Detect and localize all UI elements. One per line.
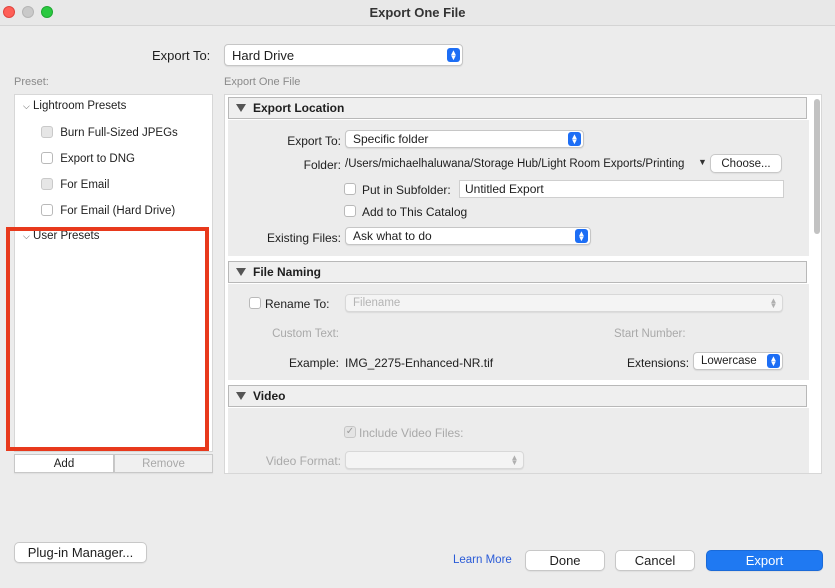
existing-files-value: Ask what to do [353, 229, 432, 243]
preset-label: Preset: [14, 76, 49, 88]
example-filename: IMG_2275-Enhanced-NR.tif [345, 356, 494, 370]
learn-more-link[interactable]: Learn More [453, 554, 512, 566]
choose-folder-button[interactable]: Choose... [710, 154, 782, 173]
remove-preset-button[interactable]: Remove [114, 454, 213, 473]
section-title: Export Location [253, 101, 345, 115]
export-settings-panel[interactable]: Export Location Export To: Specific fold… [224, 94, 822, 474]
preset-checkbox[interactable] [41, 178, 53, 190]
popup-stepper-icon: ▲ ▼ [510, 453, 519, 467]
file-naming-body: Rename To: Filename ▲ ▼ Custom Text: Star… [228, 284, 809, 380]
video-body: ✓ Include Video Files: Video Format: ▲ ▼ [228, 408, 809, 473]
existing-files-popup[interactable]: Ask what to do ▲ ▼ [345, 227, 591, 245]
settings-scrollbar[interactable] [813, 97, 821, 473]
extensions-value: Lowercase [701, 355, 757, 367]
export-to-popup[interactable]: Hard Drive ▲ ▼ [224, 44, 463, 66]
preset-item[interactable]: Burn Full-Sized JPEGs [41, 126, 178, 139]
preset-item[interactable]: For Email [41, 178, 109, 191]
video-format-label: Video Format: [265, 454, 341, 468]
user-presets-highlight [6, 227, 209, 451]
preset-item[interactable]: Export to DNG [41, 152, 135, 165]
extensions-label: Extensions: [627, 356, 690, 370]
cancel-button[interactable]: Cancel [615, 550, 695, 571]
location-export-to-popup[interactable]: Specific folder ▲ ▼ [345, 130, 584, 148]
subfolder-checkbox[interactable] [344, 183, 356, 195]
done-button[interactable]: Done [525, 550, 605, 571]
plugin-manager-button[interactable]: Plug-in Manager... [14, 542, 147, 563]
include-video-label: Include Video Files: [359, 426, 464, 440]
rename-template-value: Filename [353, 297, 401, 309]
main-heading: Export One File [224, 76, 301, 88]
extensions-popup[interactable]: Lowercase ▲ ▼ [693, 352, 783, 370]
section-file-naming[interactable]: File Naming [228, 261, 807, 283]
export-button[interactable]: Export [706, 550, 823, 571]
preset-group-lightroom[interactable]: ⌵ Lightroom Presets [23, 100, 126, 112]
scrollbar-thumb[interactable] [814, 99, 820, 234]
preset-item-label: For Email (Hard Drive) [60, 205, 176, 217]
preset-item[interactable]: For Email (Hard Drive) [41, 204, 175, 217]
add-to-catalog-label: Add to This Catalog [362, 205, 468, 219]
add-to-catalog-checkbox[interactable] [344, 205, 356, 217]
rename-to-label: Rename To: [265, 297, 330, 311]
export-to-label: Export To: [152, 48, 211, 63]
export-to-value: Hard Drive [232, 47, 295, 63]
preset-item-label: Burn Full-Sized JPEGs [60, 127, 178, 139]
popup-stepper-icon: ▲ ▼ [767, 354, 780, 368]
preset-group-label: Lightroom Presets [33, 100, 127, 112]
subfolder-name-input[interactable]: Untitled Export [459, 180, 784, 198]
popup-stepper-icon: ▲ ▼ [575, 229, 588, 243]
preset-checkbox[interactable] [41, 126, 53, 138]
popup-stepper-icon: ▲ ▼ [769, 296, 778, 310]
preset-checkbox[interactable] [41, 152, 53, 164]
disclosure-triangle-icon [236, 268, 246, 276]
disclosure-triangle-icon [236, 104, 246, 112]
preset-item-label: Export to DNG [60, 153, 135, 165]
video-format-popup[interactable]: ▲ ▼ [345, 451, 524, 469]
start-number-label: Start Number: [614, 328, 686, 340]
section-video[interactable]: Video [228, 385, 807, 407]
folder-path: /Users/michaelhaluwana/Storage Hub/Light… [345, 158, 685, 170]
section-export-location[interactable]: Export Location [228, 97, 807, 119]
disclosure-triangle-icon [236, 392, 246, 400]
rename-template-popup[interactable]: Filename ▲ ▼ [345, 294, 783, 312]
add-preset-button[interactable]: Add [14, 454, 114, 473]
location-export-to-value: Specific folder [353, 132, 429, 146]
existing-files-label: Existing Files: [266, 231, 341, 245]
location-export-to-label: Export To: [287, 134, 341, 148]
custom-text-label: Custom Text: [272, 328, 339, 340]
include-video-checkbox[interactable]: ✓ [344, 426, 356, 438]
window-title: Export One File [369, 5, 466, 20]
rename-to-checkbox[interactable] [249, 297, 261, 309]
popup-stepper-icon: ▲ ▼ [447, 48, 460, 62]
example-label: Example: [288, 356, 339, 370]
popup-stepper-icon: ▲ ▼ [568, 132, 581, 146]
section-title: Video [253, 389, 286, 403]
subfolder-name-value: Untitled Export [465, 182, 544, 196]
folder-history-arrow-icon[interactable]: ▼ [698, 157, 707, 167]
export-location-body: Export To: Specific folder ▲ ▼ Folder: /U… [228, 120, 809, 256]
preset-checkbox[interactable] [41, 204, 53, 216]
chevron-down-icon: ⌵ [23, 101, 30, 111]
preset-item-label: For Email [60, 179, 110, 191]
section-title: File Naming [253, 265, 322, 279]
folder-label: Folder: [303, 158, 341, 172]
subfolder-label: Put in Subfolder: [362, 183, 451, 197]
